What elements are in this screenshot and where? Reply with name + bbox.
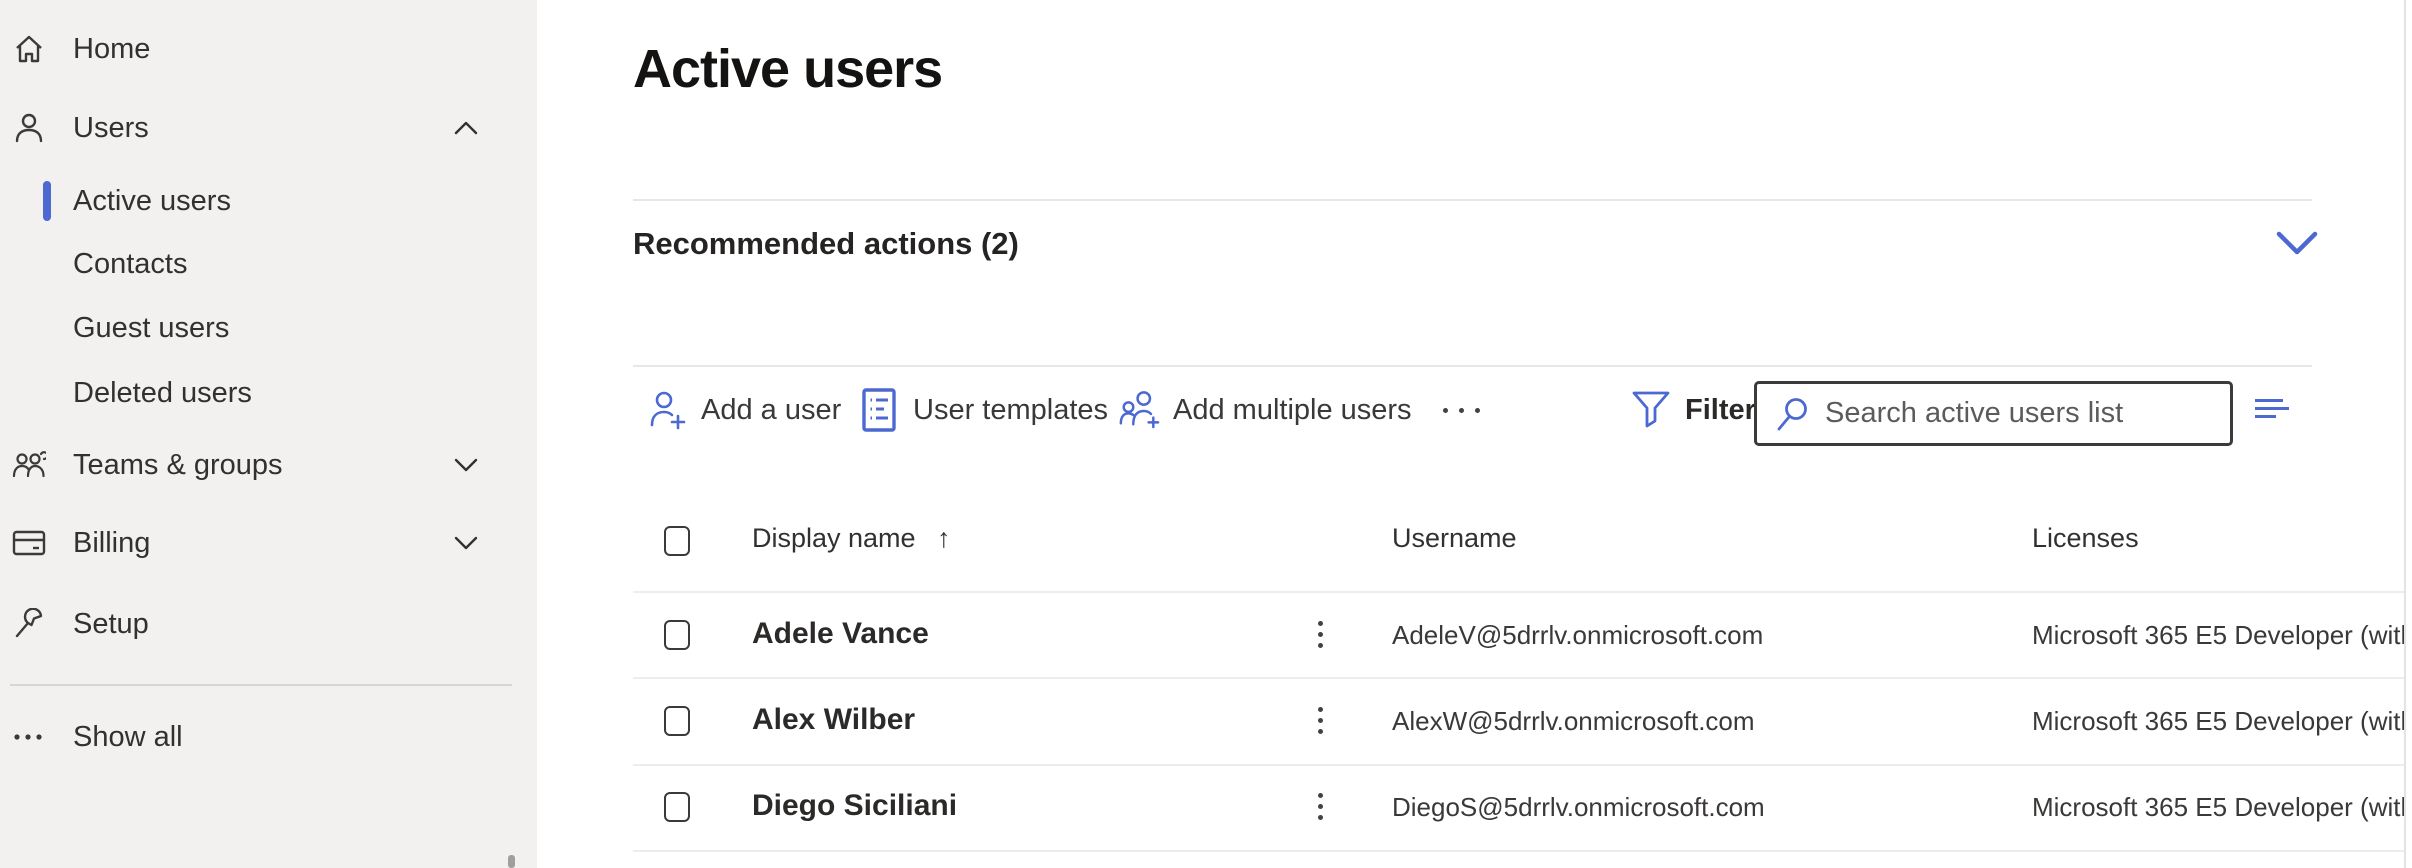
row-checkbox[interactable] [664, 792, 690, 822]
credit-card-icon [12, 526, 46, 560]
chevron-up-icon [452, 114, 480, 142]
sidebar-item-users[interactable]: Users [0, 106, 537, 150]
user-licenses: Microsoft 365 E5 Developer (withou [2032, 620, 2406, 651]
row-more-actions-icon[interactable] [1313, 793, 1327, 820]
sidebar-item-active-users[interactable]: Active users [0, 179, 537, 223]
user-licenses: Microsoft 365 E5 Developer (withou [2032, 706, 2406, 737]
search-box[interactable] [1754, 381, 2233, 446]
user-display-name[interactable]: Alex Wilber [752, 703, 915, 737]
ellipsis-dot [1459, 408, 1464, 413]
home-icon [12, 32, 46, 66]
sidebar-item-label: Show all [73, 721, 183, 754]
person-icon [12, 111, 46, 145]
sort-ascending-arrow-icon: ↑ [937, 523, 951, 553]
ellipsis-icon [12, 720, 46, 754]
row-divider [633, 764, 2405, 766]
sidebar: Home Users Active users Contacts Guest u… [0, 0, 537, 868]
user-username: DiegoS@5drrlv.onmicrosoft.com [1392, 792, 1765, 823]
people-icon [12, 448, 46, 482]
column-header-display-name[interactable]: Display name ↑ [752, 523, 951, 554]
sidebar-item-label: Deleted users [73, 377, 252, 410]
user-display-name[interactable]: Adele Vance [752, 617, 929, 651]
sidebar-item-label: Billing [73, 527, 150, 560]
column-header-username[interactable]: Username [1392, 523, 1517, 554]
chevron-down-icon [452, 529, 480, 557]
sidebar-item-label: Active users [73, 185, 231, 218]
sidebar-item-contacts[interactable]: Contacts [0, 242, 537, 286]
sidebar-item-guest-users[interactable]: Guest users [0, 306, 537, 350]
search-input[interactable] [1825, 397, 2215, 430]
section-divider [633, 365, 2312, 367]
sidebar-item-billing[interactable]: Billing [0, 521, 537, 565]
user-templates-label: User templates [913, 394, 1108, 427]
sidebar-item-setup[interactable]: Setup [0, 602, 537, 646]
add-person-icon [646, 388, 688, 432]
column-header-licenses[interactable]: Licenses [2032, 523, 2139, 554]
sidebar-item-label: Setup [73, 608, 149, 641]
recommended-actions-heading: Recommended actions (2) [633, 226, 1019, 262]
filter-button[interactable]: Filter [1630, 388, 1756, 432]
search-icon [1775, 396, 1811, 432]
sidebar-item-label: Contacts [73, 248, 187, 281]
sidebar-item-deleted-users[interactable]: Deleted users [0, 371, 537, 415]
content-right-border [2404, 0, 2406, 868]
select-all-checkbox[interactable] [664, 526, 690, 556]
row-divider [633, 850, 2405, 852]
sidebar-item-show-all[interactable]: Show all [0, 715, 537, 759]
row-divider [633, 677, 2405, 679]
chevron-down-icon[interactable] [2276, 231, 2318, 255]
user-licenses: Microsoft 365 E5 Developer (withou [2032, 792, 2406, 823]
user-templates-button[interactable]: User templates [858, 388, 1108, 432]
row-checkbox[interactable] [664, 706, 690, 736]
add-people-icon [1118, 388, 1160, 432]
user-username: AlexW@5drrlv.onmicrosoft.com [1392, 706, 1755, 737]
sidebar-item-teams-groups[interactable]: Teams & groups [0, 443, 537, 487]
user-display-name[interactable]: Diego Siciliani [752, 789, 957, 823]
chevron-down-icon [452, 451, 480, 479]
add-multiple-users-button[interactable]: Add multiple users [1118, 388, 1412, 432]
sidebar-item-label: Guest users [73, 312, 229, 345]
template-list-icon [858, 388, 900, 432]
page-title: Active users [633, 38, 942, 100]
sidebar-divider [10, 684, 512, 686]
sidebar-item-label: Teams & groups [73, 449, 283, 482]
section-divider [633, 199, 2312, 201]
row-more-actions-icon[interactable] [1313, 707, 1327, 734]
sidebar-item-label: Home [73, 33, 150, 66]
row-checkbox[interactable] [664, 620, 690, 650]
add-a-user-button[interactable]: Add a user [646, 388, 841, 432]
filter-funnel-icon [1630, 388, 1672, 432]
ellipsis-dot [1443, 408, 1448, 413]
filter-label: Filter [1685, 394, 1756, 427]
table-divider [633, 591, 2405, 593]
ellipsis-dot [1475, 408, 1480, 413]
add-a-user-label: Add a user [701, 394, 841, 427]
row-more-actions-icon[interactable] [1313, 621, 1327, 648]
add-multiple-users-label: Add multiple users [1173, 394, 1412, 427]
sidebar-item-home[interactable]: Home [0, 27, 537, 71]
sidebar-scrollbar-thumb[interactable] [508, 855, 515, 868]
sort-lines-icon[interactable] [2253, 396, 2293, 424]
wrench-icon [12, 607, 46, 641]
user-username: AdeleV@5drrlv.onmicrosoft.com [1392, 620, 1763, 651]
more-actions-button[interactable] [1443, 388, 1480, 432]
sidebar-item-label: Users [73, 112, 149, 145]
